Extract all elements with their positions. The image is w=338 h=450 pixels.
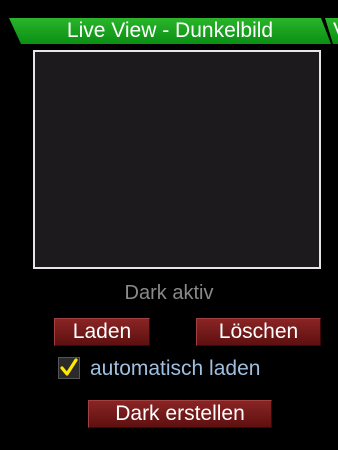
tab-bar: V Live View - Dunkelbild	[9, 18, 338, 44]
checkmark-icon	[60, 358, 78, 376]
create-dark-button[interactable]: Dark erstellen	[88, 400, 272, 428]
tab-next-label[interactable]: V	[333, 18, 338, 44]
page-title: Live View - Dunkelbild	[66, 19, 274, 42]
dark-status-text: Dark aktiv	[124, 282, 214, 304]
auto-load-checkbox[interactable]	[58, 357, 80, 379]
live-view-preview	[33, 50, 321, 269]
load-button[interactable]: Laden	[54, 318, 150, 346]
auto-load-label: automatisch laden	[90, 357, 261, 380]
delete-button[interactable]: Löschen	[196, 318, 321, 346]
